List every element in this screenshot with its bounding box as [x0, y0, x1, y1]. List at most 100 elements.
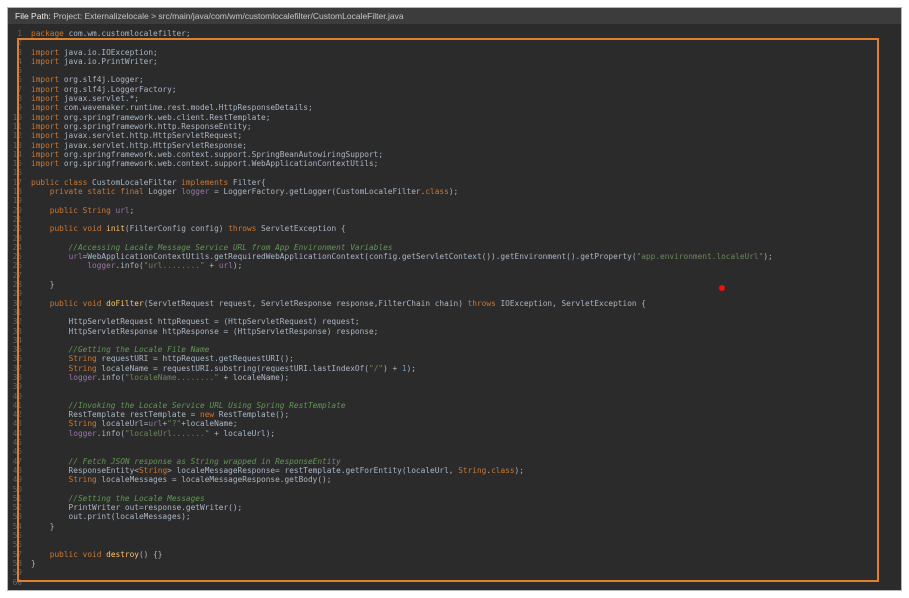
line-number: 43 — [8, 419, 22, 428]
line-number: 14 — [8, 150, 22, 159]
code-line — [31, 438, 901, 447]
code-line — [31, 485, 901, 494]
code-line: package com.wm.customlocalefilter; — [31, 29, 901, 38]
code-line — [31, 196, 901, 205]
code-line: import java.io.IOException; — [31, 48, 901, 57]
code-line: public String url; — [31, 206, 901, 215]
line-number: 15 — [8, 159, 22, 168]
line-number: 19 — [8, 196, 22, 205]
code-line: //Invoking the Locale Service URL Using … — [31, 401, 901, 410]
code-line — [31, 271, 901, 280]
code-line — [31, 215, 901, 224]
line-number: 32 — [8, 317, 22, 326]
code-line: //Setting the Locale Messages — [31, 494, 901, 503]
line-number: 23 — [8, 234, 22, 243]
code-line: out.print(localeMessages); — [31, 512, 901, 521]
line-number: 24 — [8, 243, 22, 252]
line-number: 17 — [8, 178, 22, 187]
code-line: private static final Logger logger = Log… — [31, 187, 901, 196]
line-number: 21 — [8, 215, 22, 224]
line-number: 10 — [8, 113, 22, 122]
code-line: PrintWriter out=response.getWriter(); — [31, 503, 901, 512]
code-line — [31, 308, 901, 317]
red-dot-marker — [719, 285, 725, 291]
line-number: 8 — [8, 94, 22, 103]
code-line: HttpServletRequest httpRequest = (HttpSe… — [31, 317, 901, 326]
code-line: RestTemplate restTemplate = new RestTemp… — [31, 410, 901, 419]
line-number: 46 — [8, 447, 22, 456]
line-number: 20 — [8, 206, 22, 215]
line-number: 39 — [8, 382, 22, 391]
editor-window: File Path: Project: Externalizelocale > … — [7, 7, 902, 591]
code-editor[interactable]: 1234567891011121314151617181920212223242… — [8, 25, 901, 590]
code-line: logger.info("localeUrl......." + localeU… — [31, 429, 901, 438]
line-number: 13 — [8, 141, 22, 150]
code-line: String localeUrl=url+"?"+localeName; — [31, 419, 901, 428]
code-line: import org.springframework.web.client.Re… — [31, 113, 901, 122]
code-line: import javax.servlet.http.HttpServletRes… — [31, 141, 901, 150]
line-number: 41 — [8, 401, 22, 410]
line-number: 40 — [8, 392, 22, 401]
line-number: 25 — [8, 252, 22, 261]
line-number: 5 — [8, 66, 22, 75]
code-line: import org.springframework.web.context.s… — [31, 150, 901, 159]
code-line: logger.info("localeName........" + local… — [31, 373, 901, 382]
line-number: 35 — [8, 345, 22, 354]
code-line — [31, 531, 901, 540]
code-line — [31, 38, 901, 47]
line-number: 6 — [8, 75, 22, 84]
code-line: logger.info("url........" + url); — [31, 261, 901, 270]
line-number: 53 — [8, 512, 22, 521]
line-number: 54 — [8, 522, 22, 531]
line-number: 45 — [8, 438, 22, 447]
code-line: import org.springframework.web.context.s… — [31, 159, 901, 168]
code-line — [31, 382, 901, 391]
line-number: 27 — [8, 271, 22, 280]
code-line: url=WebApplicationContextUtils.getRequir… — [31, 252, 901, 261]
code-line — [31, 447, 901, 456]
line-number: 38 — [8, 373, 22, 382]
code-line — [31, 392, 901, 401]
line-number: 57 — [8, 550, 22, 559]
line-number: 30 — [8, 299, 22, 308]
code-line: public void doFilter(ServletRequest requ… — [31, 299, 901, 308]
line-number: 58 — [8, 559, 22, 568]
line-number: 37 — [8, 364, 22, 373]
code-line: // Fetch JSON response as String wrapped… — [31, 457, 901, 466]
code-lines[interactable]: package com.wm.customlocalefilter; import… — [25, 29, 901, 590]
code-line: import java.io.PrintWriter; — [31, 57, 901, 66]
code-line: import com.wavemaker.runtime.rest.model.… — [31, 103, 901, 112]
breadcrumb: Project: Externalizelocale > src/main/ja… — [51, 11, 404, 21]
line-number: 26 — [8, 261, 22, 270]
code-line — [31, 289, 901, 298]
code-line: public void init(FilterConfig config) th… — [31, 224, 901, 233]
code-line — [31, 168, 901, 177]
line-number: 28 — [8, 280, 22, 289]
line-number: 36 — [8, 354, 22, 363]
code-line — [31, 540, 901, 549]
line-number: 2 — [8, 38, 22, 47]
code-line: //Accessing Lacale Message Service URL f… — [31, 243, 901, 252]
line-number: 18 — [8, 187, 22, 196]
line-number: 56 — [8, 540, 22, 549]
code-line: } — [31, 280, 901, 289]
line-number: 55 — [8, 531, 22, 540]
line-number: 33 — [8, 327, 22, 336]
code-line: String requestURI = httpRequest.getReque… — [31, 354, 901, 363]
code-line: public void destroy() {} — [31, 550, 901, 559]
file-path-bar: File Path: Project: Externalizelocale > … — [8, 8, 901, 25]
code-line: public class CustomLocaleFilter implemen… — [31, 178, 901, 187]
line-number: 1 — [8, 29, 22, 38]
code-line — [31, 578, 901, 587]
code-line — [31, 336, 901, 345]
line-number: 31 — [8, 308, 22, 317]
line-number: 9 — [8, 103, 22, 112]
line-number: 52 — [8, 503, 22, 512]
code-line — [31, 568, 901, 577]
code-line: import org.slf4j.LoggerFactory; — [31, 85, 901, 94]
line-number-gutter[interactable]: 1234567891011121314151617181920212223242… — [8, 29, 25, 590]
line-number: 42 — [8, 410, 22, 419]
file-path-label: File Path: — [15, 11, 51, 21]
code-line — [31, 234, 901, 243]
code-line: import javax.servlet.*; — [31, 94, 901, 103]
